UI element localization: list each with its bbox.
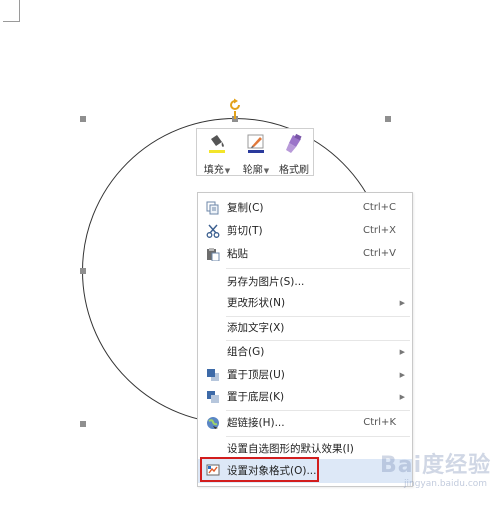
menu-item-label: 更改形状(N) xyxy=(227,297,286,309)
send-to-back-icon xyxy=(207,391,219,403)
menu-item-send-to-back[interactable]: 置于底层(K) ▶ xyxy=(198,386,412,408)
outline-pen-icon xyxy=(247,134,264,153)
submenu-arrow-icon: ▶ xyxy=(399,393,405,401)
outline-label: 轮廓 xyxy=(242,165,263,176)
page-corner-mark xyxy=(19,0,20,22)
menu-item-bring-to-front[interactable]: 置于顶层(U) ▶ xyxy=(198,364,412,386)
resize-handle-left[interactable] xyxy=(80,268,86,274)
menu-item-label: 剪切(T) xyxy=(227,225,263,237)
menu-item-label: 超链接(H)... xyxy=(227,417,285,429)
cut-icon xyxy=(206,224,220,238)
menu-separator xyxy=(226,436,410,437)
menu-item-label: 置于底层(K) xyxy=(227,391,285,403)
rotate-handle-icon[interactable] xyxy=(228,98,242,112)
submenu-arrow-icon: ▶ xyxy=(399,371,405,379)
menu-item-paste[interactable]: 粘贴 Ctrl+V xyxy=(198,243,412,265)
menu-item-hyperlink[interactable]: 超链接(H)... Ctrl+K xyxy=(198,412,412,434)
format-painter-brush-icon xyxy=(286,133,302,153)
menu-item-label: 粘贴 xyxy=(227,248,248,260)
format-painter-label: 格式刷 xyxy=(279,165,309,176)
menu-item-label: 组合(G) xyxy=(227,346,265,358)
watermark-url: jingyan.baidu.com xyxy=(404,479,488,489)
mini-toolbar: 填充▼ 轮廓▼ 格式刷 xyxy=(196,128,314,176)
paste-icon xyxy=(207,248,220,261)
menu-item-label: 另存为图片(S)... xyxy=(227,276,305,288)
context-menu: 复制(C) Ctrl+C 剪切(T) Ctrl+X 粘贴 Ctrl+V 另存为图… xyxy=(197,192,413,487)
hyperlink-icon xyxy=(207,417,219,429)
watermark-logo: Bai度经验 xyxy=(380,453,492,478)
menu-item-shortcut: Ctrl+C xyxy=(362,202,396,213)
outline-button[interactable]: 轮廓▼ xyxy=(239,133,273,176)
fill-label: 填充 xyxy=(203,165,224,176)
resize-handle-bottom-left[interactable] xyxy=(80,421,86,427)
rotate-handle-stem xyxy=(234,111,236,119)
submenu-arrow-icon: ▶ xyxy=(399,299,405,307)
menu-item-copy[interactable]: 复制(C) Ctrl+C xyxy=(198,197,412,219)
menu-item-cut[interactable]: 剪切(T) Ctrl+X xyxy=(198,220,412,242)
chevron-down-icon: ▼ xyxy=(224,167,231,175)
fill-bucket-icon xyxy=(209,135,225,153)
menu-item-shortcut: Ctrl+V xyxy=(362,248,396,259)
page-corner-mark xyxy=(3,21,20,22)
menu-item-label: 复制(C) xyxy=(227,202,264,214)
resize-handle-top-right[interactable] xyxy=(385,116,391,122)
menu-item-label: 添加文字(X) xyxy=(227,322,285,334)
menu-item-label: 置于顶层(U) xyxy=(227,369,285,381)
menu-item-shortcut: Ctrl+K xyxy=(363,417,396,428)
submenu-arrow-icon: ▶ xyxy=(399,348,405,356)
chevron-down-icon: ▼ xyxy=(263,167,270,175)
resize-handle-top-left[interactable] xyxy=(80,116,86,122)
fill-button[interactable]: 填充▼ xyxy=(201,133,233,176)
menu-item-add-text[interactable]: 添加文字(X) xyxy=(198,317,412,339)
menu-item-shortcut: Ctrl+X xyxy=(362,225,396,236)
copy-icon xyxy=(206,201,219,215)
menu-item-save-as-picture[interactable]: 另存为图片(S)... xyxy=(198,271,412,293)
bring-to-front-icon xyxy=(207,369,219,381)
format-painter-button[interactable]: 格式刷 xyxy=(277,133,311,176)
menu-separator xyxy=(226,268,410,269)
menu-separator xyxy=(226,410,410,411)
menu-item-group[interactable]: 组合(G) ▶ xyxy=(198,341,412,363)
menu-item-change-shape[interactable]: 更改形状(N) ▶ xyxy=(198,292,412,314)
highlight-box xyxy=(200,457,319,482)
